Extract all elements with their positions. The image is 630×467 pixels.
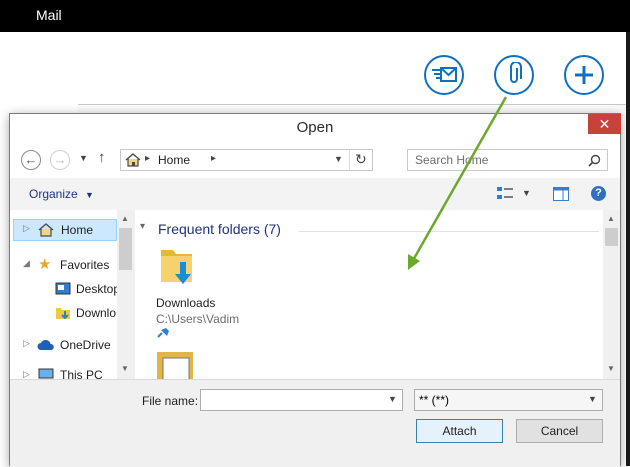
annotation-arrow [408,96,508,270]
